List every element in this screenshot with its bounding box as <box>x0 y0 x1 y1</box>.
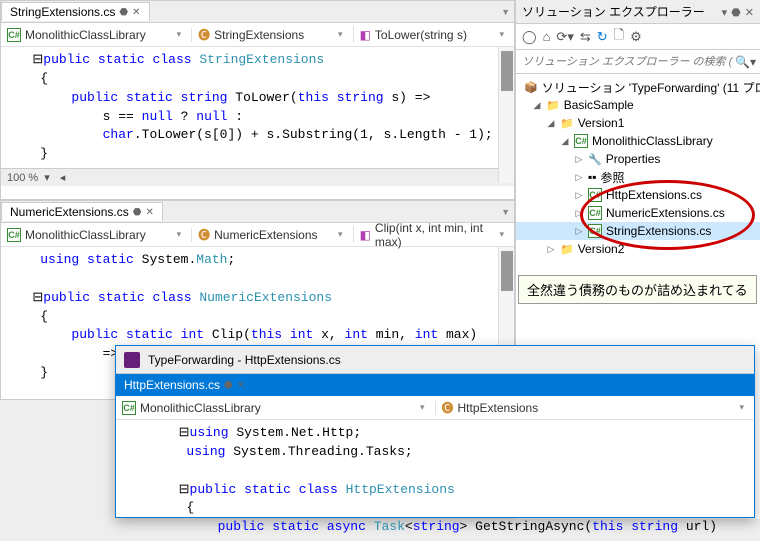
csharp-icon: C# <box>588 206 602 220</box>
nav-scope[interactable]: C#MonolithicClassLibrary▾ <box>116 401 436 415</box>
class-icon: 🅒 <box>442 399 454 416</box>
floating-window[interactable]: TypeForwarding - HttpExtensions.cs HttpE… <box>115 345 755 518</box>
annotation-text: 全然違う債務のものが詰め込まれてる <box>518 275 757 304</box>
pin-icon[interactable]: ⬣ <box>731 7 741 19</box>
code-editor-3[interactable]: ⊟using System.Net.Http; using System.Thr… <box>116 420 754 541</box>
scroll-left-icon[interactable]: ◂ <box>60 171 66 184</box>
chevron-down-icon[interactable]: ▾ <box>44 171 50 184</box>
vertical-scrollbar[interactable] <box>498 47 514 183</box>
window-title: TypeForwarding - HttpExtensions.cs <box>148 353 341 367</box>
csharp-icon: C# <box>588 188 602 202</box>
csharp-icon: C# <box>588 224 602 238</box>
code-editor-1[interactable]: ⊟public static class StringExtensions { … <box>1 47 514 168</box>
show-all-icon[interactable]: 🗋 <box>614 26 624 48</box>
class-icon: 🅒 <box>198 26 210 43</box>
nav-scope[interactable]: C#MonolithicClassLibrary▾ <box>1 228 192 242</box>
folder-icon <box>560 242 574 256</box>
search-input[interactable] <box>520 54 735 70</box>
collapse-icon[interactable]: ⇆ <box>580 29 591 45</box>
tree-folder[interactable]: ◢BasicSample <box>516 96 760 114</box>
refresh-icon[interactable]: ↻ <box>597 29 608 45</box>
tree-project[interactable]: ◢C#MonolithicClassLibrary <box>516 132 760 150</box>
panel-title: ソリューション エクスプローラー <box>522 3 705 20</box>
file-tab-numeric-ext[interactable]: NumericExtensions.cs ⬣ ✕ <box>1 202 163 221</box>
tree-file-http[interactable]: ▷C#HttpExtensions.cs <box>516 186 760 204</box>
nav-class[interactable]: 🅒StringExtensions▾ <box>192 26 353 43</box>
nav-member[interactable]: ◧Clip(int x, int min, int max)▾ <box>354 221 514 249</box>
folder-icon <box>546 98 560 112</box>
class-icon: 🅒 <box>198 226 210 243</box>
nav-class[interactable]: 🅒HttpExtensions▾ <box>436 399 755 416</box>
file-tab-http-ext[interactable]: HttpExtensions.cs ⬣ ✕ <box>116 376 253 394</box>
close-icon[interactable]: ✕ <box>237 380 245 391</box>
csharp-icon: C# <box>7 228 21 242</box>
tab-overflow-icon[interactable]: ▼ <box>501 207 510 217</box>
tree-item[interactable]: ▷Properties <box>516 150 760 168</box>
pin-icon[interactable]: ⬣ <box>133 207 142 218</box>
visual-studio-icon <box>124 352 140 368</box>
properties-icon[interactable]: ⚙ <box>630 29 642 45</box>
folder-icon <box>560 116 574 130</box>
tab-label: HttpExtensions.cs <box>124 378 220 392</box>
file-tab-string-ext[interactable]: StringExtensions.cs ⬣ ✕ <box>1 2 150 21</box>
tab-label: NumericExtensions.cs <box>10 205 129 219</box>
references-icon: ▪▪ <box>588 170 597 184</box>
solution-icon <box>524 80 538 94</box>
tree-file-string[interactable]: ▷C#StringExtensions.cs <box>516 222 760 240</box>
tree-folder[interactable]: ▷Version2 <box>516 240 760 258</box>
zoom-level[interactable]: 100 % <box>7 172 38 184</box>
method-icon: ◧ <box>360 228 371 242</box>
tab-overflow-icon[interactable]: ▼ <box>501 7 510 17</box>
tree-folder[interactable]: ◢Version1 <box>516 114 760 132</box>
nav-class[interactable]: 🅒NumericExtensions▾ <box>192 226 353 243</box>
nav-scope[interactable]: C#MonolithicClassLibrary▾ <box>1 28 192 42</box>
nav-member[interactable]: ◧ToLower(string s)▾ <box>354 28 514 42</box>
close-icon[interactable]: ✕ <box>745 7 754 19</box>
csharp-icon: C# <box>7 28 21 42</box>
search-icon[interactable]: 🔍▾ <box>735 55 756 69</box>
sync-icon[interactable]: ⟳▾ <box>556 29 573 45</box>
back-icon[interactable]: ◯ <box>522 29 537 45</box>
csharp-icon: C# <box>122 401 136 415</box>
csproj-icon: C# <box>574 134 588 148</box>
se-toolbar: ◯ ⌂ ⟳▾ ⇆ ↻ 🗋 ⚙ <box>516 24 760 50</box>
dropdown-icon[interactable]: ▾ <box>722 7 728 19</box>
tab-label: StringExtensions.cs <box>10 5 115 19</box>
tree-item[interactable]: ▷▪▪参照 <box>516 168 760 186</box>
pin-icon[interactable]: ⬣ <box>119 7 128 18</box>
close-icon[interactable]: ✕ <box>145 207 153 218</box>
wrench-icon <box>588 152 602 166</box>
method-icon: ◧ <box>360 28 371 42</box>
tree-file-numeric[interactable]: ▷C#NumericExtensions.cs <box>516 204 760 222</box>
close-icon[interactable]: ✕ <box>132 7 140 18</box>
home-icon[interactable]: ⌂ <box>543 29 551 44</box>
pin-icon[interactable]: ⬣ <box>224 380 233 391</box>
